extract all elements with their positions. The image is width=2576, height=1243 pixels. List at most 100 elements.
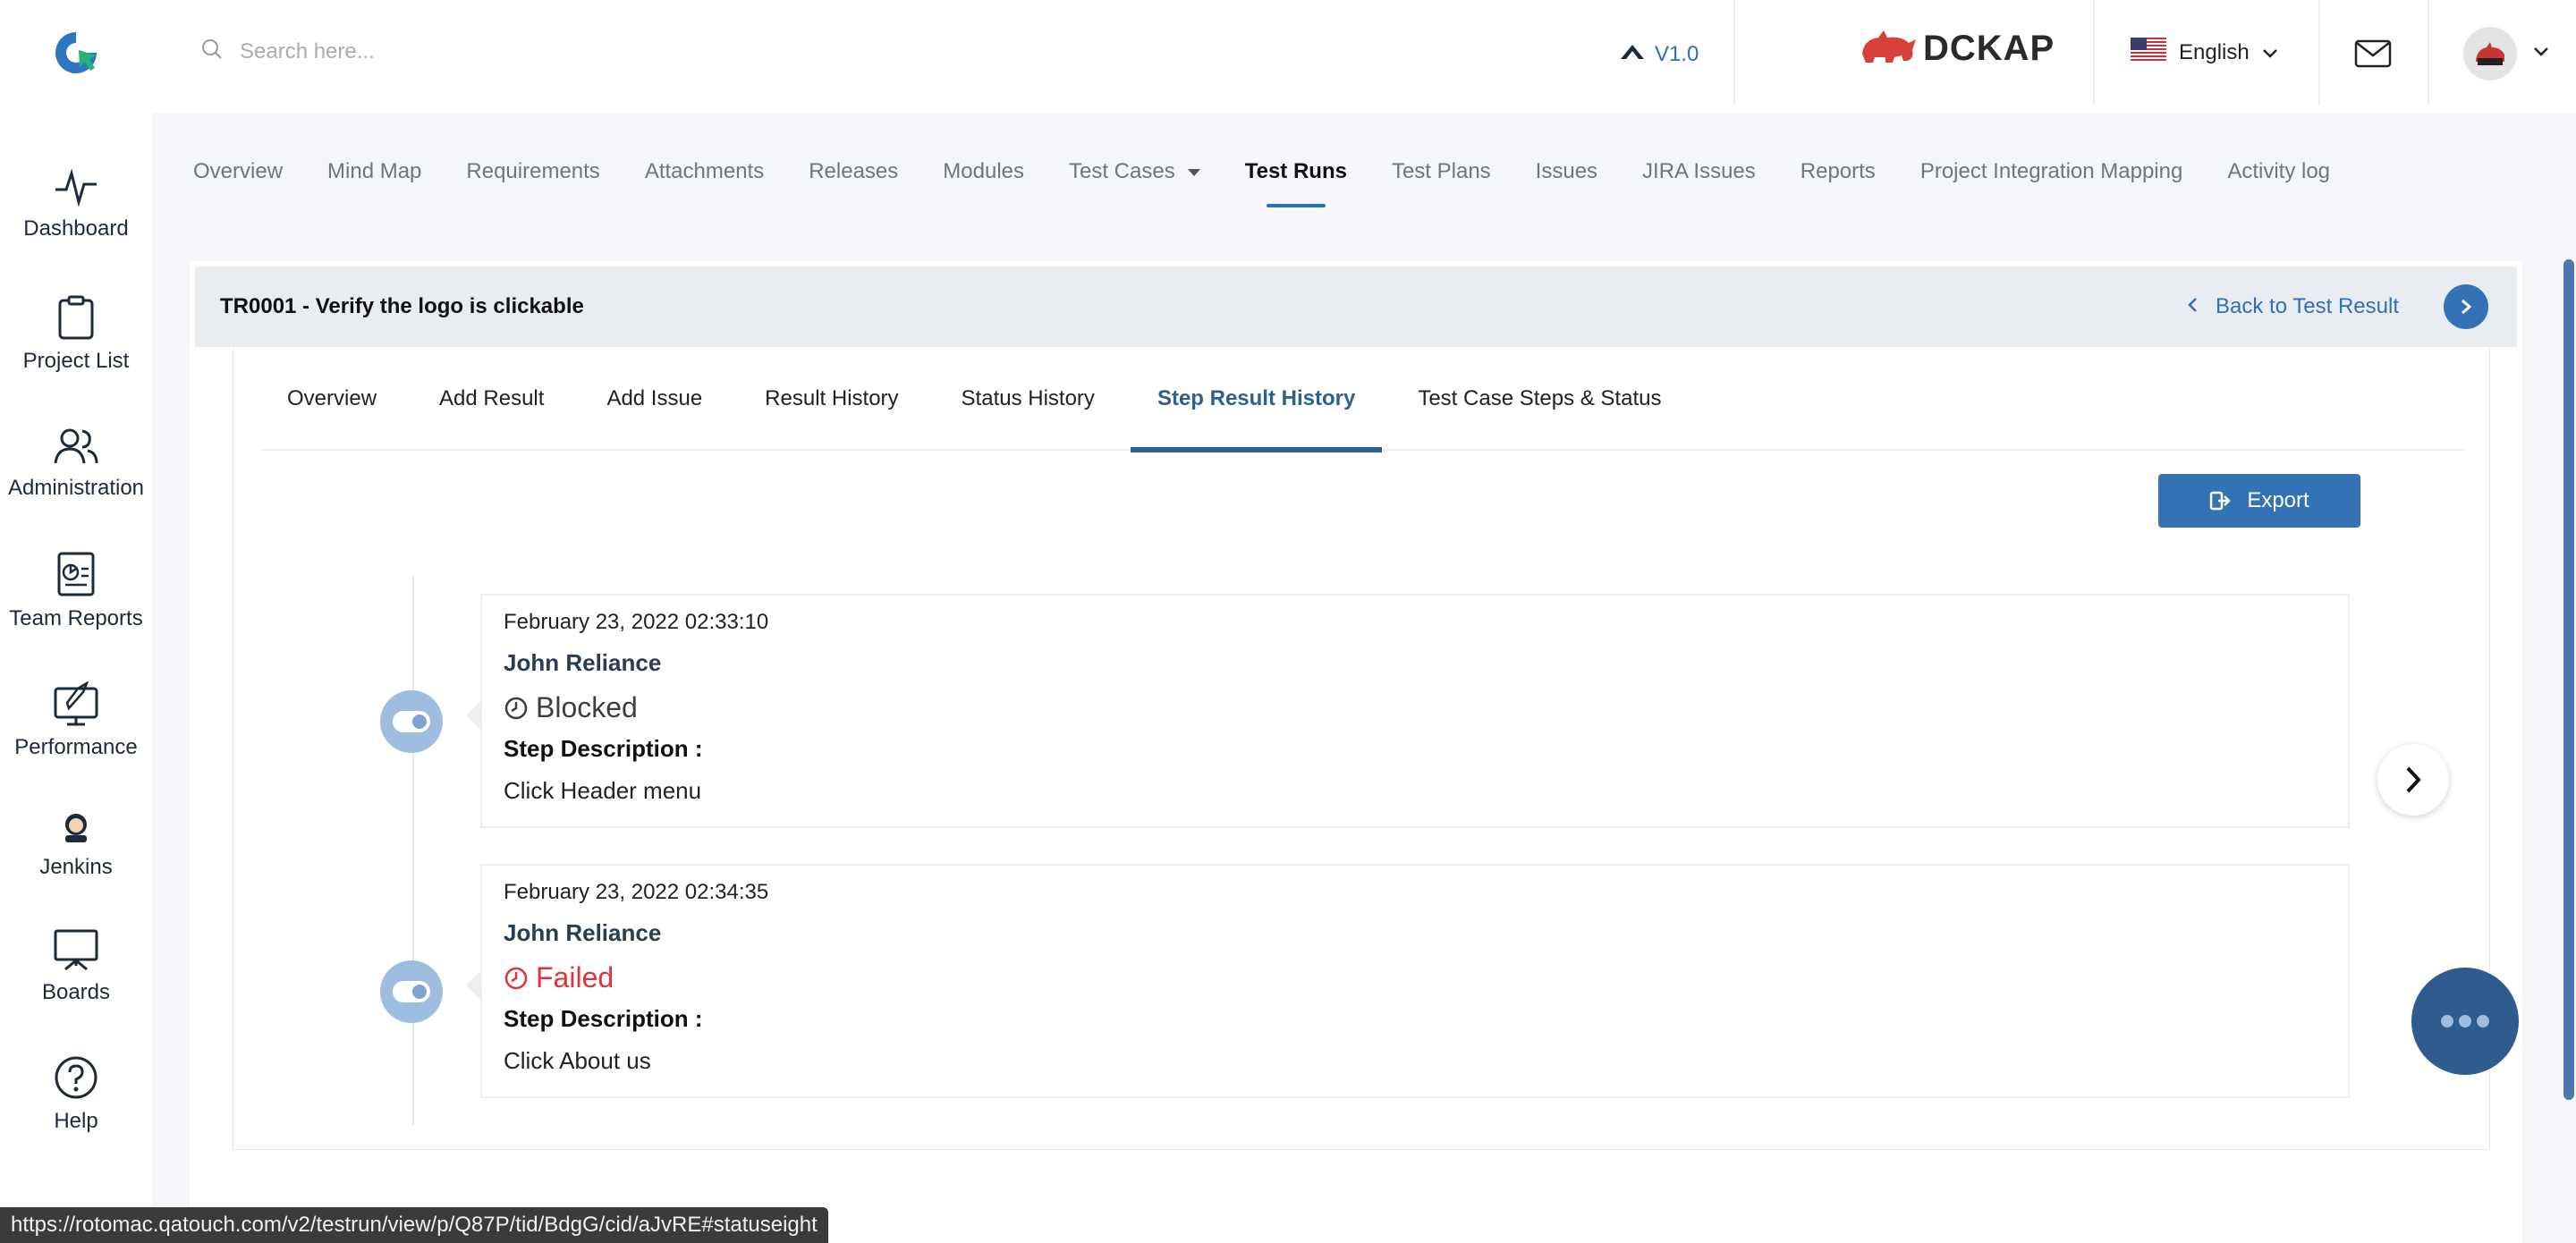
timeline-node — [380, 960, 443, 1023]
export-button[interactable]: Export — [2158, 474, 2360, 528]
nav-releases[interactable]: Releases — [809, 159, 898, 184]
sidebar: Dashboard Project List Administration Te… — [0, 113, 152, 1243]
nav-overview[interactable]: Overview — [193, 159, 283, 184]
pulse-icon — [55, 168, 97, 207]
sidebar-item-label: Administration — [7, 476, 145, 500]
avatar — [2463, 27, 2517, 80]
search-input[interactable] — [240, 38, 687, 64]
toggle-icon — [393, 711, 430, 732]
status-badge: Blocked — [504, 691, 2326, 724]
chat-dot — [2459, 1015, 2471, 1027]
top-bar: V1.0 DCKAP English — [0, 0, 2576, 113]
chat-dot — [2441, 1015, 2453, 1027]
mail-button[interactable] — [2354, 39, 2392, 72]
brand-logo: DCKAP — [1859, 27, 2055, 71]
nav-attachments[interactable]: Attachments — [645, 159, 764, 184]
language-selector[interactable]: English — [2131, 38, 2278, 67]
export-icon — [2210, 491, 2232, 511]
history-entry: February 23, 2022 02:34:35 John Reliance… — [466, 864, 2350, 1098]
result-tabs: Overview Add Result Add Issue Result His… — [260, 347, 2464, 452]
chevron-right-icon — [2462, 299, 2472, 315]
sidebar-item-jenkins[interactable]: Jenkins — [0, 810, 152, 880]
timeline-node — [380, 690, 443, 753]
chat-dot — [2477, 1015, 2489, 1027]
sidebar-item-performance[interactable]: Performance — [0, 681, 152, 760]
back-to-test-result-link[interactable]: Back to Test Result — [2187, 284, 2488, 329]
sidebar-item-administration[interactable]: Administration — [0, 426, 152, 501]
board-icon — [54, 929, 98, 971]
sidebar-item-label: Boards — [41, 980, 111, 1004]
main-content: Overview Mind Map Requirements Attachmen… — [152, 113, 2576, 1243]
clipboard-icon — [58, 295, 94, 340]
rhino-icon — [1859, 27, 1918, 71]
tab-status-history[interactable]: Status History — [935, 347, 1122, 451]
report-icon — [57, 552, 95, 596]
entry-date: February 23, 2022 02:34:35 — [504, 880, 769, 904]
language-label: English — [2179, 39, 2250, 64]
sidebar-item-label: Team Reports — [9, 606, 143, 630]
test-run-title-bar: TR0001 - Verify the logo is clickable Ba… — [195, 266, 2517, 347]
nav-test-plans[interactable]: Test Plans — [1392, 159, 1491, 184]
search-bar — [200, 38, 687, 65]
nav-modules[interactable]: Modules — [943, 159, 1024, 184]
scrollbar[interactable] — [2563, 259, 2574, 1100]
rocket-icon — [54, 681, 98, 726]
page-title: TR0001 - Verify the logo is clickable — [220, 294, 584, 318]
nav-issues[interactable]: Issues — [1536, 159, 1597, 184]
version-badge[interactable]: V1.0 — [1619, 41, 1699, 67]
status-badge: Failed — [504, 961, 2326, 994]
step-description: Click Header menu — [504, 777, 702, 804]
sidebar-item-label: Performance — [14, 735, 138, 759]
sidebar-item-label: Jenkins — [39, 855, 113, 879]
nav-project-integration-mapping[interactable]: Project Integration Mapping — [1920, 159, 2183, 184]
next-run-button[interactable] — [2444, 284, 2488, 329]
sidebar-item-dashboard[interactable]: Dashboard — [0, 166, 152, 241]
sidebar-item-boards[interactable]: Boards — [0, 928, 152, 1005]
users-icon — [54, 428, 98, 464]
version-icon — [1619, 41, 1646, 67]
header-divider — [2428, 0, 2429, 106]
entry-user: John Reliance — [504, 919, 662, 946]
sidebar-item-team-reports[interactable]: Team Reports — [0, 551, 152, 631]
nav-jira-issues[interactable]: JIRA Issues — [1642, 159, 1756, 184]
nav-activity-log[interactable]: Activity log — [2227, 159, 2330, 184]
us-flag-icon — [2131, 38, 2166, 67]
user-menu[interactable] — [2463, 27, 2549, 80]
tab-test-case-steps-status[interactable]: Test Case Steps & Status — [1391, 347, 1688, 451]
tab-add-issue[interactable]: Add Issue — [580, 347, 729, 451]
nav-test-runs[interactable]: Test Runs — [1245, 159, 1347, 207]
tab-overview[interactable]: Overview — [260, 347, 403, 451]
nav-reports[interactable]: Reports — [1801, 159, 1876, 184]
version-label: V1.0 — [1655, 41, 1699, 66]
caret-down-icon — [1187, 168, 1200, 176]
clock-icon — [504, 967, 528, 989]
step-description-label: Step Description : — [504, 735, 703, 762]
tab-add-result[interactable]: Add Result — [412, 347, 571, 451]
chat-button[interactable] — [2411, 968, 2519, 1075]
sidebar-item-help[interactable]: Help — [0, 1055, 152, 1134]
app-logo[interactable] — [52, 29, 100, 77]
status-label: Failed — [536, 961, 614, 994]
brand-name: DCKAP — [1923, 29, 2055, 68]
status-url-tooltip: https://rotomac.qatouch.com/v2/testrun/v… — [0, 1207, 828, 1243]
tab-step-result-history[interactable]: Step Result History — [1130, 347, 1383, 452]
nav-mind-map[interactable]: Mind Map — [327, 159, 421, 184]
sidebar-item-project-list[interactable]: Project List — [0, 295, 152, 374]
next-arrow-button[interactable] — [2377, 744, 2449, 816]
header-divider — [1733, 0, 1735, 106]
export-label: Export — [2247, 488, 2309, 512]
nav-test-cases[interactable]: Test Cases — [1069, 159, 1200, 184]
jenkins-icon — [65, 814, 87, 842]
header-divider — [2093, 0, 2095, 106]
chevron-down-icon — [2533, 46, 2549, 62]
chevron-right-icon — [2406, 766, 2421, 793]
toggle-icon — [393, 981, 430, 1002]
help-icon — [55, 1056, 97, 1099]
mail-icon — [2354, 39, 2392, 72]
sidebar-item-label: Project List — [22, 349, 130, 373]
sidebar-item-label: Help — [54, 1109, 98, 1133]
step-description-label: Step Description : — [504, 1005, 703, 1032]
tab-result-history[interactable]: Result History — [738, 347, 925, 451]
nav-requirements[interactable]: Requirements — [466, 159, 599, 184]
entry-user: John Reliance — [504, 649, 662, 676]
